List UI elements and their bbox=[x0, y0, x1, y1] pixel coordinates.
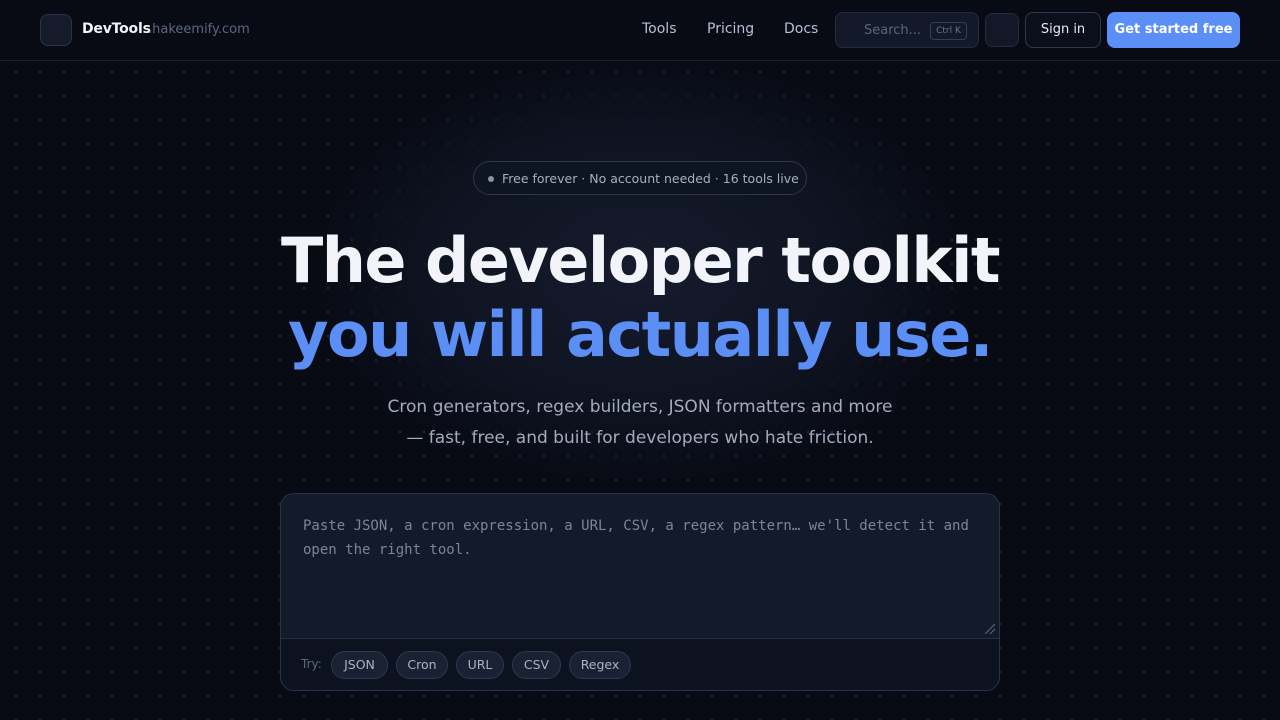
hero-title-line2: you will actually use. bbox=[288, 298, 993, 371]
brand-domain: .hakeemify.com bbox=[148, 22, 250, 37]
nav-link-tools[interactable]: Tools bbox=[642, 21, 677, 37]
hero-badge-text: Free forever · No account needed · 16 to… bbox=[502, 171, 799, 186]
panel-divider bbox=[281, 638, 999, 639]
hero-subtitle-line2: — fast, free, and built for developers w… bbox=[406, 428, 874, 448]
nav-link-docs[interactable]: Docs bbox=[784, 21, 818, 37]
sign-in-button[interactable]: Sign in bbox=[1025, 12, 1101, 48]
try-label: Try: bbox=[301, 657, 322, 671]
logo-icon[interactable] bbox=[40, 14, 72, 46]
search-placeholder: Search... bbox=[864, 23, 922, 38]
resize-handle-icon[interactable] bbox=[985, 624, 995, 634]
nav-link-pricing[interactable]: Pricing bbox=[707, 21, 754, 37]
chip-cron[interactable]: Cron bbox=[396, 651, 448, 679]
brand-name[interactable]: DevTools bbox=[82, 21, 151, 37]
hero-badge: Free forever · No account needed · 16 to… bbox=[473, 161, 807, 195]
smart-input-panel: Try: JSON Cron URL CSV Regex bbox=[280, 493, 1000, 691]
search-shortcut-badge: Ctrl K bbox=[930, 22, 967, 40]
chip-csv[interactable]: CSV bbox=[512, 651, 561, 679]
chip-url[interactable]: URL bbox=[456, 651, 504, 679]
smart-paste-input[interactable] bbox=[281, 494, 999, 638]
chip-json[interactable]: JSON bbox=[331, 651, 388, 679]
top-navbar: DevTools .hakeemify.com Tools Pricing Do… bbox=[0, 0, 1280, 61]
hero-subtitle-line1: Cron generators, regex builders, JSON fo… bbox=[387, 397, 893, 417]
search-button[interactable]: Search... Ctrl K bbox=[835, 12, 979, 48]
theme-toggle-icon[interactable] bbox=[985, 13, 1019, 47]
chip-regex[interactable]: Regex bbox=[569, 651, 631, 679]
get-started-button[interactable]: Get started free bbox=[1107, 12, 1240, 48]
status-dot-icon bbox=[488, 176, 494, 182]
hero-title-line1: The developer toolkit bbox=[280, 224, 1001, 297]
